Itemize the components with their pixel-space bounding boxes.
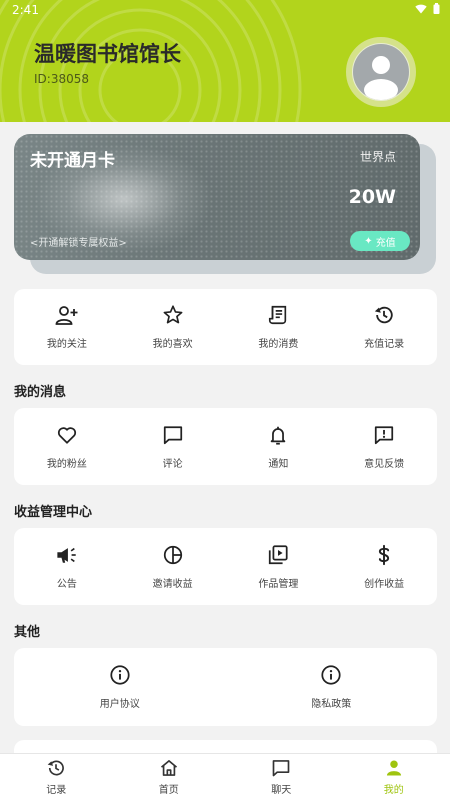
home-icon — [160, 760, 177, 776]
bottom-nav: 记录 首页 聊天 我的 — [0, 753, 450, 800]
wifi-icon — [415, 4, 427, 13]
works-management-button[interactable]: 作品管理 — [226, 544, 332, 590]
recharge-button[interactable]: ✦ 充值 — [350, 231, 410, 251]
status-icons — [415, 3, 440, 14]
announcements-label: 公告 — [56, 578, 77, 590]
pie-chart-icon — [163, 545, 182, 564]
nav-chat[interactable]: 聊天 — [225, 754, 338, 800]
history-icon — [374, 306, 393, 324]
user-agreement-label: 用户协议 — [99, 699, 140, 710]
receipt-icon — [269, 305, 287, 325]
user-agreement-button[interactable]: 用户协议 — [14, 664, 226, 710]
recharge-history-button[interactable]: 充值记录 — [331, 304, 437, 350]
my-spending-label: 我的消费 — [258, 339, 299, 350]
history-icon — [47, 760, 65, 776]
messages-panel: 我的粉丝 评论 通知 意见反馈 — [14, 408, 437, 485]
creation-earnings-button[interactable]: 创作收益 — [331, 544, 437, 590]
privacy-policy-label: 隐私政策 — [311, 699, 352, 710]
nav-chat-label: 聊天 — [271, 785, 292, 796]
username: 温暖图书馆馆长 — [34, 42, 181, 66]
my-fans-label: 我的粉丝 — [46, 458, 87, 470]
recharge-history-label: 充值记录 — [364, 339, 405, 350]
profile-header: 2:41 温暖图书馆馆长 ID:38058 — [0, 0, 450, 122]
works-management-label: 作品管理 — [258, 578, 299, 590]
vip-card[interactable]: 未开通月卡 世界点 20W <开通解锁专属权益> ✦ 充值 — [14, 134, 420, 260]
creation-earnings-label: 创作收益 — [364, 578, 405, 590]
add-user-icon — [55, 306, 78, 325]
recharge-button-label: 充值 — [375, 237, 396, 249]
sparkle-icon: ✦ — [364, 235, 373, 247]
bell-icon — [271, 426, 286, 445]
comments-button[interactable]: 评论 — [120, 424, 226, 470]
nav-records[interactable]: 记录 — [0, 754, 113, 800]
points-value: 20W — [348, 186, 396, 208]
earnings-section-title: 收益管理中心 — [14, 505, 93, 520]
feedback-label: 意见反馈 — [364, 458, 405, 470]
earnings-panel: 公告 邀请收益 作品管理 创作收益 — [14, 528, 437, 605]
my-fans-button[interactable]: 我的粉丝 — [14, 424, 120, 470]
status-time: 2:41 — [12, 3, 39, 17]
video-library-icon — [269, 544, 288, 564]
notifications-button[interactable]: 通知 — [226, 424, 332, 470]
info-icon — [321, 665, 341, 685]
privacy-policy-button[interactable]: 隐私政策 — [226, 664, 438, 710]
user-id: ID:38058 — [34, 72, 89, 86]
quick-actions-panel: 我的关注 我的喜欢 我的消费 充值记录 — [14, 289, 437, 365]
avatar[interactable] — [346, 37, 416, 107]
my-likes-label: 我的喜欢 — [152, 339, 193, 350]
megaphone-icon — [57, 547, 76, 563]
dollar-icon — [379, 544, 390, 565]
battery-icon — [433, 3, 440, 14]
nav-home[interactable]: 首页 — [113, 754, 226, 800]
others-section-title: 其他 — [14, 625, 41, 640]
heart-icon — [57, 426, 76, 444]
my-follows-button[interactable]: 我的关注 — [14, 304, 120, 350]
nav-mine[interactable]: 我的 — [338, 754, 450, 800]
nav-home-label: 首页 — [158, 785, 179, 796]
comments-label: 评论 — [162, 458, 183, 470]
status-bar: 2:41 — [0, 0, 450, 20]
feedback-icon — [375, 425, 394, 444]
my-likes-button[interactable]: 我的喜欢 — [120, 304, 226, 350]
points-label: 世界点 — [359, 150, 396, 164]
my-follows-label: 我的关注 — [46, 339, 87, 350]
nav-mine-label: 我的 — [383, 785, 404, 796]
info-icon — [110, 665, 130, 685]
notifications-label: 通知 — [268, 458, 289, 470]
my-spending-button[interactable]: 我的消费 — [226, 304, 332, 350]
nav-records-label: 记录 — [46, 785, 67, 796]
others-panel: 用户协议 隐私政策 — [14, 648, 437, 726]
invite-earnings-button[interactable]: 邀请收益 — [120, 544, 226, 590]
default-avatar-icon — [353, 44, 409, 100]
chat-icon — [272, 760, 290, 777]
announcements-button[interactable]: 公告 — [14, 544, 120, 590]
invite-earnings-label: 邀请收益 — [152, 578, 193, 590]
vip-card-hint: <开通解锁专属权益> — [30, 238, 127, 249]
vip-card-title: 未开通月卡 — [30, 151, 115, 171]
star-icon — [163, 305, 183, 324]
comment-icon — [163, 425, 182, 444]
person-icon — [386, 760, 401, 776]
feedback-button[interactable]: 意见反馈 — [331, 424, 437, 470]
messages-section-title: 我的消息 — [14, 385, 67, 400]
